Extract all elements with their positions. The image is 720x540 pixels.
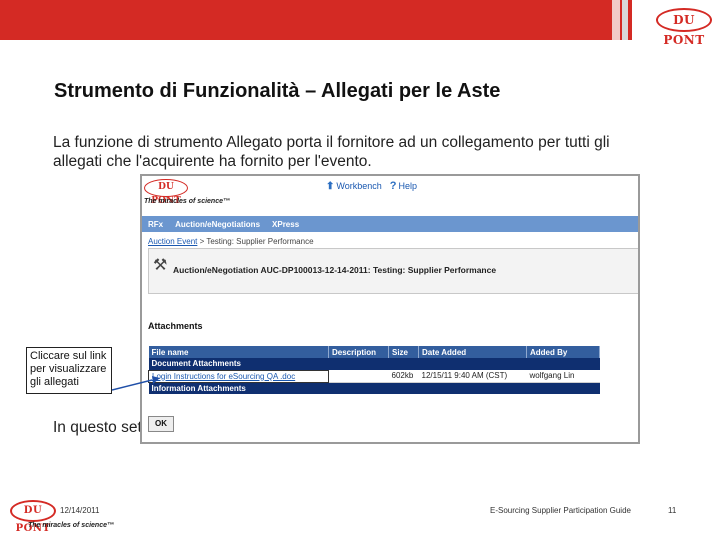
help-link[interactable]: ? Help: [390, 180, 417, 192]
table-header-row: File name Description Size Date Added Ad…: [148, 346, 600, 358]
help-label: Help: [398, 181, 417, 191]
col-size[interactable]: Size: [388, 346, 419, 358]
nav-xpress[interactable]: XPress: [272, 220, 299, 229]
breadcrumb-link-auction-event[interactable]: Auction Event: [148, 237, 197, 246]
footer-date: 12/14/2011: [60, 506, 100, 515]
workbench-link[interactable]: ⬆ Workbench: [326, 181, 382, 192]
auction-gavel-icon: ⚒: [153, 257, 168, 274]
col-date-added[interactable]: Date Added: [418, 346, 527, 358]
col-file-name[interactable]: File name: [148, 346, 329, 358]
instruction-callout: Cliccare sul link per visualizzare gli a…: [26, 347, 112, 394]
attachment-added-by: wolfgang Lin: [526, 370, 600, 383]
top-brand-bar: [0, 0, 720, 40]
ok-button[interactable]: OK: [148, 416, 174, 432]
footer-dupont-logo: DU PONT: [10, 500, 56, 534]
app-tagline: The miracles of science™: [144, 198, 230, 205]
decorative-stripe: [612, 0, 620, 40]
intro-paragraph: La funzione di strumento Allegato porta …: [53, 134, 610, 170]
nav-rfx[interactable]: RFx: [148, 220, 163, 229]
breadcrumb-current: > Testing: Supplier Performance: [199, 237, 314, 246]
attachments-heading: Attachments: [148, 321, 203, 331]
breadcrumb: Auction Event > Testing: Supplier Perfor…: [148, 237, 314, 246]
callout-arrow: [112, 376, 160, 391]
app-header: DU PONT The miracles of science™ ⬆ Workb…: [142, 176, 638, 216]
footer-page-number: 11: [668, 506, 677, 515]
footer-guide-title: E-Sourcing Supplier Participation Guide: [490, 506, 631, 515]
application-screenshot: DU PONT The miracles of science™ ⬆ Workb…: [140, 174, 640, 444]
attachment-description: [328, 370, 389, 383]
app-top-links: ⬆ Workbench ? Help: [326, 179, 417, 193]
attachment-date: 12/15/11 9:40 AM (CST): [418, 370, 527, 383]
partial-body-text: In questo set: [53, 419, 142, 436]
nav-auction[interactable]: Auction/eNegotiations: [175, 220, 260, 229]
app-nav-bar: RFx Auction/eNegotiations XPress: [142, 216, 638, 232]
arrow-up-icon: ⬆: [326, 180, 335, 192]
help-icon: ?: [389, 180, 397, 192]
attachment-size: 602kb: [388, 370, 419, 383]
col-added-by[interactable]: Added By: [526, 346, 600, 358]
app-dupont-logo: DU PONT: [144, 179, 188, 206]
event-header-panel: ⚒ Auction/eNegotiation AUC-DP100013-12-1…: [148, 248, 638, 294]
workbench-label: Workbench: [336, 181, 382, 191]
event-title: Auction/eNegotiation AUC-DP100013-12-14-…: [173, 265, 497, 275]
decorative-stripe: [622, 0, 628, 40]
dupont-logo: DU PONT: [656, 8, 712, 47]
slide-title: Strumento di Funzionalità – Allegati per…: [54, 80, 501, 102]
footer-tagline: The miracles of science™: [28, 522, 114, 529]
col-description[interactable]: Description: [328, 346, 389, 358]
